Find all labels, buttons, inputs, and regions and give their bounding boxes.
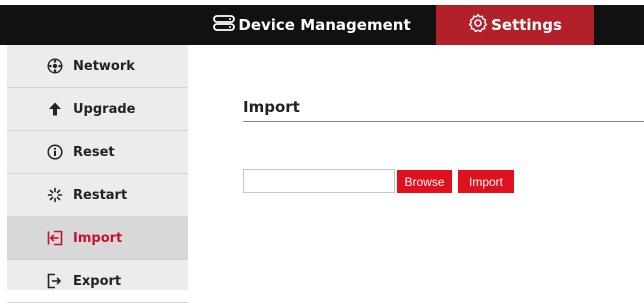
sidebar-item-reset[interactable]: Reset xyxy=(7,131,188,174)
network-icon xyxy=(47,58,63,74)
sidebar-item-restart[interactable]: Restart xyxy=(7,174,188,217)
sidebar-item-label: Upgrade xyxy=(73,101,136,117)
sidebar-item-import[interactable]: Import xyxy=(7,217,188,260)
tab-settings-label: Settings xyxy=(491,16,562,34)
import-button[interactable]: Import xyxy=(458,170,514,193)
tab-settings[interactable]: Settings xyxy=(436,5,594,45)
sidebar-item-label: Network xyxy=(73,58,135,74)
file-path-input[interactable] xyxy=(243,169,395,193)
page-title: Import xyxy=(243,98,300,116)
sidebar-item-label: Reset xyxy=(73,144,115,160)
export-icon xyxy=(47,273,63,289)
sidebar-item-upgrade[interactable]: Upgrade xyxy=(7,88,188,131)
spinner-icon xyxy=(47,187,63,203)
sidebar-item-label: Restart xyxy=(73,187,128,203)
tab-device-management-label: Device Management xyxy=(238,16,411,34)
title-divider xyxy=(243,121,644,122)
sidebar-item-network[interactable]: Network xyxy=(7,45,188,88)
import-icon xyxy=(47,230,63,246)
tab-device-management[interactable]: Device Management xyxy=(188,5,436,45)
arrow-up-icon xyxy=(47,101,63,117)
top-navigation-bar: Device Management Settings xyxy=(0,5,644,45)
sidebar-item-label: Import xyxy=(73,230,123,246)
info-circle-icon xyxy=(47,144,63,160)
sidebar-item-label: Export xyxy=(73,273,122,289)
sidebar-item-export[interactable]: Export xyxy=(7,260,188,303)
device-management-icon xyxy=(213,14,238,36)
gear-icon xyxy=(468,13,491,37)
browse-button[interactable]: Browse xyxy=(397,170,452,193)
sidebar: Network Upgrade Reset Restart Import Exp… xyxy=(7,45,188,303)
